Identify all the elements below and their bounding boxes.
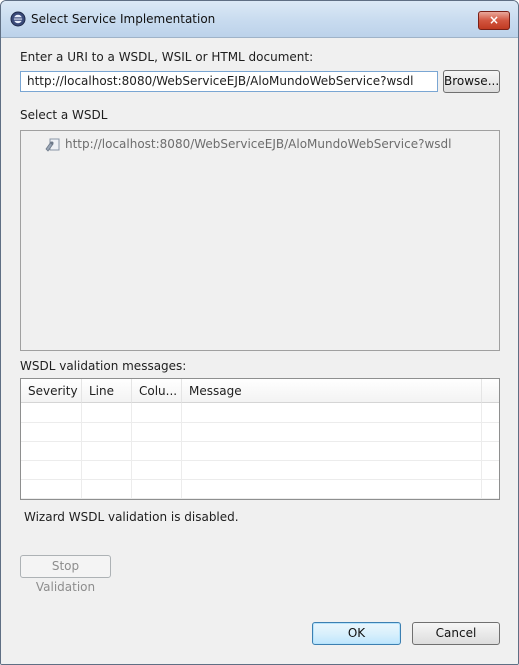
- wsdl-file-icon: [45, 138, 60, 152]
- close-button[interactable]: ×: [478, 11, 510, 30]
- column-header-filler: [482, 379, 499, 403]
- table-row: [21, 422, 499, 442]
- column-header-column[interactable]: Colu...: [132, 379, 182, 403]
- uri-input[interactable]: http://localhost:8080/WebServiceEJB/AloM…: [20, 71, 438, 92]
- column-divider: [181, 403, 182, 499]
- table-row: [21, 441, 499, 461]
- cancel-button[interactable]: Cancel: [412, 622, 500, 645]
- column-divider: [131, 403, 132, 499]
- validation-status-text: Wizard WSDL validation is disabled.: [24, 510, 239, 524]
- column-header-severity[interactable]: Severity: [21, 379, 82, 403]
- eclipse-app-icon: [10, 11, 26, 27]
- title-bar[interactable]: Select Service Implementation ×: [1, 1, 518, 38]
- table-row: [21, 460, 499, 480]
- validation-table[interactable]: Severity Line Colu... Message: [20, 378, 500, 500]
- select-wsdl-label: Select a WSDL: [20, 108, 108, 122]
- validation-messages-label: WSDL validation messages:: [20, 359, 187, 373]
- window-title: Select Service Implementation: [31, 12, 216, 26]
- column-divider: [81, 403, 82, 499]
- browse-button[interactable]: Browse...: [443, 70, 500, 93]
- table-row: [21, 479, 499, 499]
- dialog-window: Select Service Implementation × Enter a …: [0, 0, 519, 665]
- wsdl-tree[interactable]: http://localhost:8080/WebServiceEJB/AloM…: [20, 130, 500, 351]
- table-row: [21, 403, 499, 423]
- column-divider: [481, 403, 482, 499]
- column-header-line[interactable]: Line: [82, 379, 132, 403]
- stop-validation-button[interactable]: Stop Validation: [20, 555, 111, 594]
- ok-button[interactable]: OK: [312, 622, 401, 645]
- dialog-content: Enter a URI to a WSDL, WSIL or HTML docu…: [1, 38, 518, 664]
- wsdl-tree-item-label: http://localhost:8080/WebServiceEJB/AloM…: [65, 137, 452, 151]
- column-header-message[interactable]: Message: [182, 379, 482, 403]
- uri-label: Enter a URI to a WSDL, WSIL or HTML docu…: [20, 50, 314, 64]
